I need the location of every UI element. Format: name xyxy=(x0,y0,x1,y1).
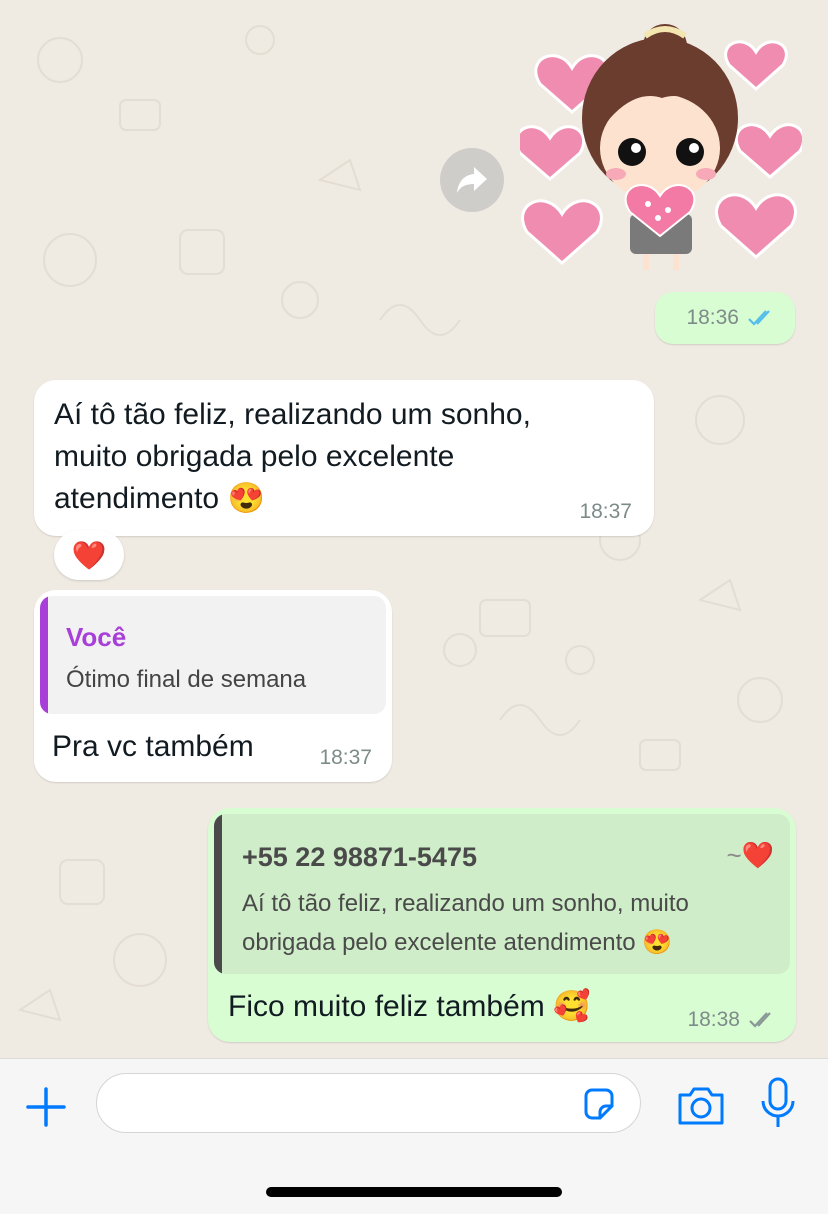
composer-bar xyxy=(0,1058,828,1214)
quote-text-line: obrigada pelo excelente atendimento 😍 xyxy=(242,929,673,956)
forward-button[interactable] xyxy=(440,148,504,212)
quote-author-suffix: ~❤️ xyxy=(726,840,774,870)
forward-arrow-icon xyxy=(457,167,487,193)
message-text-line: muito obrigada pelo excelente xyxy=(54,440,455,473)
plus-icon xyxy=(26,1087,66,1127)
sticker-icon xyxy=(584,1088,614,1120)
message-text-line: Aí tô tão feliz, realizando um sonho, xyxy=(54,398,531,431)
message-time: 18:37 xyxy=(319,746,372,769)
message-text-line: atendimento 😍 xyxy=(54,482,265,515)
message-text: Fico muito feliz também 🥰 xyxy=(228,990,591,1023)
girl-holding-heart-sticker-icon xyxy=(514,24,806,270)
camera-button[interactable] xyxy=(676,1083,726,1127)
quoted-message[interactable]: +55 22 98871-5475 ~❤️ Aí tô tão feliz, r… xyxy=(214,814,790,974)
read-ticks-icon xyxy=(747,309,775,327)
message-reaction[interactable]: ❤️ xyxy=(54,530,124,580)
microphone-button[interactable] xyxy=(760,1077,796,1131)
incoming-reply-message[interactable]: Você Ótimo final de semana Pra vc também… xyxy=(34,590,392,782)
sticker-button[interactable] xyxy=(580,1086,618,1124)
quote-author: Você xyxy=(66,622,127,652)
quote-accent-bar xyxy=(214,814,222,974)
quote-text-line: Aí tô tão feliz, realizando um sonho, mu… xyxy=(242,890,689,917)
message-time-with-status: 18:38 xyxy=(687,1008,776,1032)
quote-accent-bar xyxy=(40,596,48,714)
attach-button[interactable] xyxy=(22,1083,70,1131)
message-input-box[interactable] xyxy=(96,1073,641,1133)
message-input[interactable] xyxy=(119,1086,569,1122)
message-time: 18:38 xyxy=(687,1008,740,1031)
quoted-message[interactable]: Você Ótimo final de semana xyxy=(40,596,386,714)
outgoing-reply-message[interactable]: +55 22 98871-5475 ~❤️ Aí tô tão feliz, r… xyxy=(208,808,796,1042)
quote-text: Ótimo final de semana xyxy=(66,666,307,693)
delivered-ticks-icon xyxy=(748,1011,776,1029)
quote-author: +55 22 98871-5475 xyxy=(242,842,477,872)
microphone-icon xyxy=(761,1077,795,1127)
message-time: 18:37 xyxy=(579,500,632,523)
camera-icon xyxy=(678,1087,724,1125)
home-indicator[interactable] xyxy=(266,1187,562,1197)
incoming-message[interactable]: Aí tô tão feliz, realizando um sonho, mu… xyxy=(34,380,654,536)
sticker-timestamp-bubble: 18:36 xyxy=(655,292,795,344)
reaction-heart-icon: ❤️ xyxy=(71,539,107,571)
message-time: 18:36 xyxy=(686,306,739,329)
message-text: Pra vc também xyxy=(52,730,254,763)
sticker-message[interactable] xyxy=(514,18,806,274)
